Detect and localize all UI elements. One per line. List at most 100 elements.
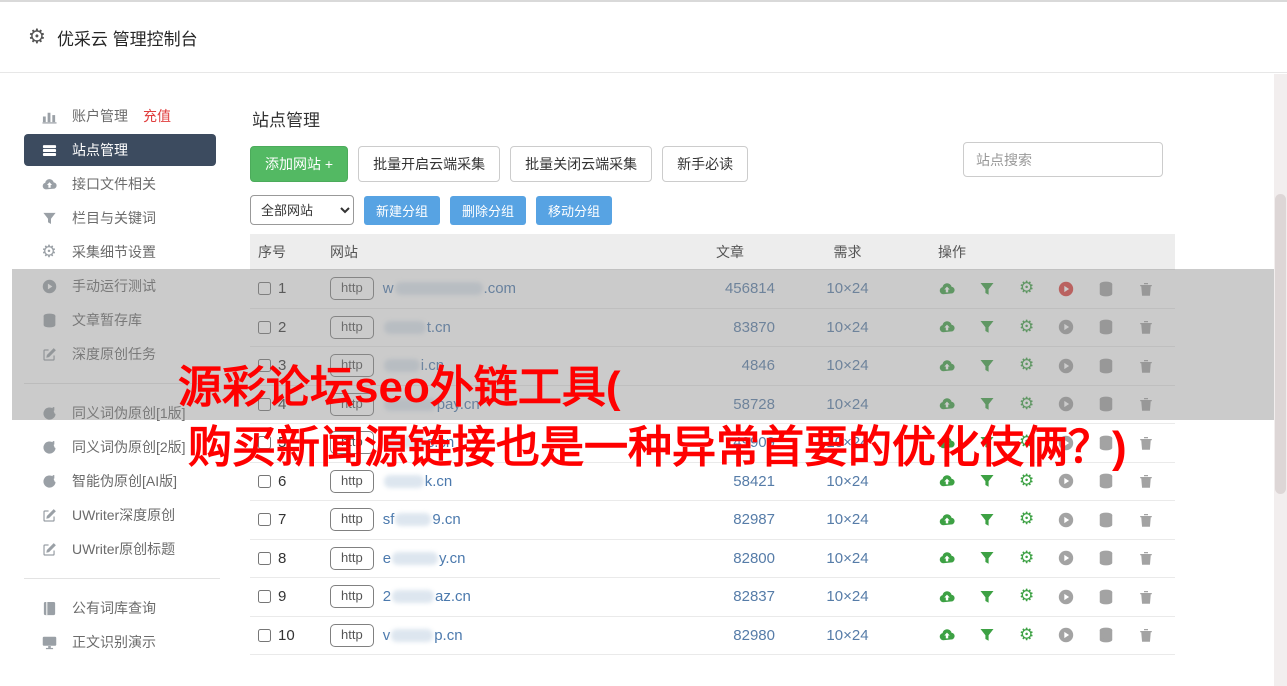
filter-icon[interactable] (978, 627, 996, 643)
play-icon[interactable] (1057, 319, 1075, 335)
delete-group-button[interactable]: 删除分组 (450, 195, 527, 225)
row-checkbox[interactable] (258, 474, 271, 488)
filter-icon[interactable] (978, 473, 996, 489)
http-badge[interactable]: http (330, 431, 374, 455)
filter-icon[interactable] (978, 396, 996, 412)
site-domain[interactable]: w .com (383, 280, 516, 297)
row-checkbox[interactable] (258, 628, 271, 642)
cloud-upload-icon[interactable] (938, 512, 956, 528)
row-checkbox[interactable] (258, 320, 271, 334)
cloud-upload-icon[interactable] (938, 358, 956, 374)
batch-open-cloud-button[interactable]: 批量开启云端采集 (358, 146, 501, 182)
row-checkbox[interactable] (258, 397, 271, 411)
sidebar-item-16[interactable]: 正文识别演示 (24, 626, 216, 658)
sidebar-item-11[interactable]: 智能伪原创[AI版] (24, 465, 216, 497)
sidebar-item-10[interactable]: 同义词伪原创[2版] (24, 431, 216, 463)
filter-icon[interactable] (978, 281, 996, 297)
gears-icon[interactable]: ⚙ (1018, 549, 1036, 566)
add-site-button[interactable]: 添加网站 + (250, 146, 349, 182)
http-badge[interactable]: http (330, 546, 374, 570)
database-icon[interactable] (1097, 435, 1115, 451)
newbie-guide-button[interactable]: 新手必读 (662, 146, 749, 182)
sidebar-item-9[interactable]: 同义词伪原创[1版] (24, 397, 216, 429)
filter-icon[interactable] (978, 550, 996, 566)
trash-icon[interactable] (1137, 627, 1155, 643)
trash-icon[interactable] (1137, 358, 1155, 374)
database-icon[interactable] (1097, 512, 1115, 528)
site-domain[interactable]: e y.cn (383, 550, 466, 567)
site-domain[interactable]: v p.cn (383, 627, 463, 644)
play-icon[interactable] (1057, 550, 1075, 566)
trash-icon[interactable] (1137, 396, 1155, 412)
http-badge[interactable]: http (330, 354, 374, 378)
http-badge[interactable]: http (330, 585, 374, 609)
site-domain[interactable]: s.cn (383, 434, 454, 451)
filter-icon[interactable] (978, 589, 996, 605)
play-icon[interactable] (1057, 281, 1075, 297)
play-icon[interactable] (1057, 435, 1075, 451)
cloud-upload-icon[interactable] (938, 627, 956, 643)
play-icon[interactable] (1057, 396, 1075, 412)
filter-icon[interactable] (978, 512, 996, 528)
group-filter-select[interactable]: 全部网站 (250, 195, 354, 225)
gears-icon[interactable]: ⚙ (1018, 588, 1036, 605)
vertical-scrollbar[interactable] (1274, 74, 1287, 686)
http-badge[interactable]: http (330, 315, 374, 339)
cloud-upload-icon[interactable] (938, 319, 956, 335)
play-icon[interactable] (1057, 512, 1075, 528)
sidebar-item-13[interactable]: UWriter原创标题 (24, 533, 216, 565)
database-icon[interactable] (1097, 396, 1115, 412)
sidebar-item-1[interactable]: 站点管理 (24, 134, 216, 166)
gears-icon[interactable]: ⚙ (1018, 511, 1036, 528)
batch-close-cloud-button[interactable]: 批量关闭云端采集 (510, 146, 653, 182)
site-domain[interactable]: i.cn (383, 357, 444, 374)
database-icon[interactable] (1097, 319, 1115, 335)
play-icon[interactable] (1057, 589, 1075, 605)
row-checkbox[interactable] (258, 359, 271, 373)
filter-icon[interactable] (978, 319, 996, 335)
sidebar-item-7[interactable]: 深度原创任务 (24, 338, 216, 370)
scrollbar-thumb[interactable] (1275, 194, 1286, 494)
row-checkbox[interactable] (258, 551, 271, 565)
sidebar-item-15[interactable]: 公有词库查询 (24, 592, 216, 624)
site-domain[interactable]: sf 9.cn (383, 511, 461, 528)
cloud-upload-icon[interactable] (938, 589, 956, 605)
gears-icon[interactable]: ⚙ (1018, 357, 1036, 374)
http-badge[interactable]: http (330, 469, 374, 493)
trash-icon[interactable] (1137, 512, 1155, 528)
database-icon[interactable] (1097, 281, 1115, 297)
sidebar-item-12[interactable]: UWriter深度原创 (24, 499, 216, 531)
gears-icon[interactable]: ⚙ (1018, 434, 1036, 451)
database-icon[interactable] (1097, 550, 1115, 566)
gears-icon[interactable]: ⚙ (1018, 395, 1036, 412)
sidebar-item-5[interactable]: 手动运行测试 (24, 270, 216, 302)
cloud-upload-icon[interactable] (938, 396, 956, 412)
sidebar-item-0[interactable]: 账户管理 充值 (24, 100, 216, 132)
database-icon[interactable] (1097, 627, 1115, 643)
trash-icon[interactable] (1137, 473, 1155, 489)
site-domain[interactable]: k.cn (383, 473, 452, 490)
sidebar-item-4[interactable]: ⚙ 采集细节设置 (24, 236, 216, 268)
gears-icon[interactable]: ⚙ (1018, 472, 1036, 489)
trash-icon[interactable] (1137, 319, 1155, 335)
gears-icon[interactable]: ⚙ (1018, 626, 1036, 643)
database-icon[interactable] (1097, 358, 1115, 374)
http-badge[interactable]: http (330, 392, 374, 416)
http-badge[interactable]: http (330, 277, 374, 301)
site-domain[interactable]: 2 az.cn (383, 588, 471, 605)
database-icon[interactable] (1097, 473, 1115, 489)
new-group-button[interactable]: 新建分组 (364, 195, 441, 225)
http-badge[interactable]: http (330, 623, 374, 647)
play-icon[interactable] (1057, 627, 1075, 643)
site-search-input[interactable] (963, 142, 1163, 177)
play-icon[interactable] (1057, 358, 1075, 374)
sidebar-item-2[interactable]: 接口文件相关 (24, 168, 216, 200)
gears-icon[interactable]: ⚙ (1018, 280, 1036, 297)
filter-icon[interactable] (978, 435, 996, 451)
database-icon[interactable] (1097, 589, 1115, 605)
site-domain[interactable]: t.cn (383, 319, 451, 336)
http-badge[interactable]: http (330, 508, 374, 532)
cloud-upload-icon[interactable] (938, 550, 956, 566)
trash-icon[interactable] (1137, 550, 1155, 566)
gears-icon[interactable]: ⚙ (1018, 318, 1036, 335)
